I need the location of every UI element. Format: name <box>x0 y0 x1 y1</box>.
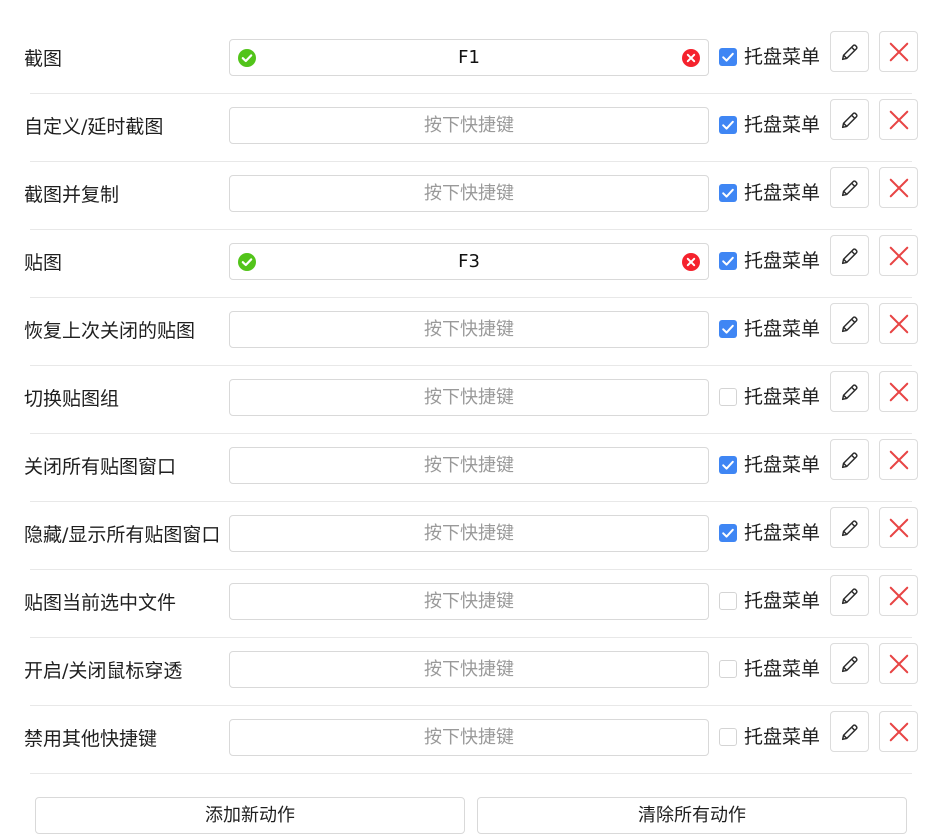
action-label: 贴图 <box>24 252 63 274</box>
hotkey-input[interactable]: F1 <box>229 39 709 76</box>
tray-menu-checkbox[interactable] <box>719 592 737 610</box>
check-circle-icon <box>238 49 256 67</box>
edit-action-button[interactable] <box>830 31 869 72</box>
hotkey-input[interactable]: 按下快捷键 <box>229 175 709 212</box>
clear-hotkey-icon[interactable] <box>682 253 700 271</box>
hotkey-value: 按下快捷键 <box>424 659 514 680</box>
delete-action-button[interactable] <box>879 643 918 684</box>
edit-action-button[interactable] <box>830 507 869 548</box>
hotkey-value: F1 <box>458 47 480 68</box>
delete-action-button[interactable] <box>879 167 918 208</box>
tray-menu-checkbox[interactable] <box>719 48 737 66</box>
tray-menu-checkbox[interactable] <box>719 184 737 202</box>
tray-menu-checkbox[interactable] <box>719 456 737 474</box>
tray-menu-checkbox[interactable] <box>719 728 737 746</box>
tray-menu-label: 托盘菜单 <box>744 454 821 476</box>
action-label: 关闭所有贴图窗口 <box>24 456 177 478</box>
edit-action-button[interactable] <box>830 303 869 344</box>
delete-action-button[interactable] <box>879 371 918 412</box>
tray-menu-label: 托盘菜单 <box>744 182 821 204</box>
tray-menu-label: 托盘菜单 <box>744 318 821 340</box>
edit-action-button[interactable] <box>830 167 869 208</box>
tray-menu-checkbox[interactable] <box>719 116 737 134</box>
tray-menu-label: 托盘菜单 <box>744 114 821 136</box>
action-row: 截图并复制 按下快捷键 托盘菜单 <box>0 161 937 229</box>
tray-menu-label: 托盘菜单 <box>744 726 821 748</box>
hotkey-input[interactable]: 按下快捷键 <box>229 515 709 552</box>
action-row: 隐藏/显示所有贴图窗口 按下快捷键 托盘菜单 <box>0 501 937 569</box>
hotkey-value: 按下快捷键 <box>424 455 514 476</box>
tray-menu-label: 托盘菜单 <box>744 590 821 612</box>
tray-menu-checkbox[interactable] <box>719 320 737 338</box>
edit-action-button[interactable] <box>830 711 869 752</box>
edit-action-button[interactable] <box>830 371 869 412</box>
hotkey-value: 按下快捷键 <box>424 387 514 408</box>
tray-menu-label: 托盘菜单 <box>744 250 821 272</box>
add-action-button[interactable]: 添加新动作 <box>35 797 465 834</box>
hotkey-input[interactable]: 按下快捷键 <box>229 719 709 756</box>
tray-menu-label: 托盘菜单 <box>744 386 821 408</box>
edit-action-button[interactable] <box>830 235 869 276</box>
action-label: 隐藏/显示所有贴图窗口 <box>24 524 221 546</box>
hotkey-input[interactable]: F3 <box>229 243 709 280</box>
hotkey-value: 按下快捷键 <box>424 183 514 204</box>
tray-menu-label: 托盘菜单 <box>744 658 821 680</box>
hotkey-input[interactable]: 按下快捷键 <box>229 583 709 620</box>
action-row: 关闭所有贴图窗口 按下快捷键 托盘菜单 <box>0 433 937 501</box>
hotkey-input[interactable]: 按下快捷键 <box>229 651 709 688</box>
hotkey-value: F3 <box>458 251 480 272</box>
delete-action-button[interactable] <box>879 711 918 752</box>
action-label: 禁用其他快捷键 <box>24 728 158 750</box>
action-label: 切换贴图组 <box>24 388 120 410</box>
edit-action-button[interactable] <box>830 643 869 684</box>
action-label: 贴图当前选中文件 <box>24 592 177 614</box>
action-label: 开启/关闭鼠标穿透 <box>24 660 183 682</box>
hotkey-value: 按下快捷键 <box>424 591 514 612</box>
action-row: 贴图当前选中文件 按下快捷键 托盘菜单 <box>0 569 937 637</box>
edit-action-button[interactable] <box>830 99 869 140</box>
hotkey-value: 按下快捷键 <box>424 319 514 340</box>
delete-action-button[interactable] <box>879 303 918 344</box>
clear-hotkey-icon[interactable] <box>682 49 700 67</box>
edit-action-button[interactable] <box>830 439 869 480</box>
hotkey-input[interactable]: 按下快捷键 <box>229 311 709 348</box>
hotkey-value: 按下快捷键 <box>424 115 514 136</box>
action-row: 开启/关闭鼠标穿透 按下快捷键 托盘菜单 <box>0 637 937 705</box>
action-row: 恢复上次关闭的贴图 按下快捷键 托盘菜单 <box>0 297 937 365</box>
hotkey-value: 按下快捷键 <box>424 727 514 748</box>
hotkey-input[interactable]: 按下快捷键 <box>229 379 709 416</box>
check-circle-icon <box>238 253 256 271</box>
action-row: 切换贴图组 按下快捷键 托盘菜单 <box>0 365 937 433</box>
action-row: 贴图 F3 托盘菜单 <box>0 229 937 297</box>
tray-menu-checkbox[interactable] <box>719 252 737 270</box>
delete-action-button[interactable] <box>879 99 918 140</box>
tray-menu-label: 托盘菜单 <box>744 522 821 544</box>
edit-action-button[interactable] <box>830 575 869 616</box>
clear-all-actions-button[interactable]: 清除所有动作 <box>477 797 907 834</box>
action-label: 截图 <box>24 48 63 70</box>
hotkey-input[interactable]: 按下快捷键 <box>229 447 709 484</box>
tray-menu-checkbox[interactable] <box>719 388 737 406</box>
action-label: 自定义/延时截图 <box>24 116 164 138</box>
delete-action-button[interactable] <box>879 235 918 276</box>
action-label: 截图并复制 <box>24 184 120 206</box>
delete-action-button[interactable] <box>879 439 918 480</box>
tray-menu-label: 托盘菜单 <box>744 46 821 68</box>
action-label: 恢复上次关闭的贴图 <box>24 320 196 342</box>
action-row: 禁用其他快捷键 按下快捷键 托盘菜单 <box>0 705 937 773</box>
delete-action-button[interactable] <box>879 575 918 616</box>
hotkey-input[interactable]: 按下快捷键 <box>229 107 709 144</box>
hotkey-value: 按下快捷键 <box>424 523 514 544</box>
action-row: 自定义/延时截图 按下快捷键 托盘菜单 <box>0 93 937 161</box>
delete-action-button[interactable] <box>879 31 918 72</box>
row-divider <box>30 773 912 774</box>
tray-menu-checkbox[interactable] <box>719 660 737 678</box>
action-row: 截图 F1 托盘菜单 <box>0 25 937 93</box>
tray-menu-checkbox[interactable] <box>719 524 737 542</box>
delete-action-button[interactable] <box>879 507 918 548</box>
